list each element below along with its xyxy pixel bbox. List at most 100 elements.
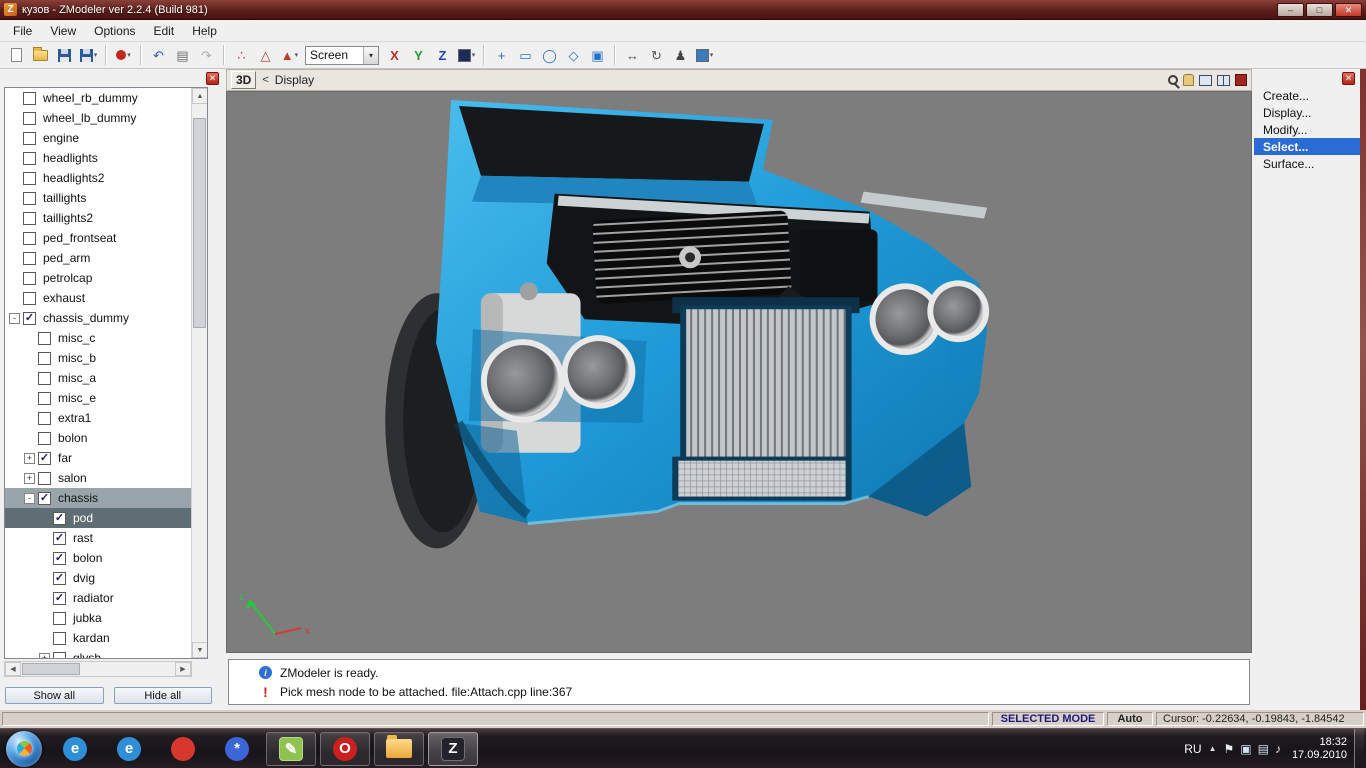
tree-item-bolon[interactable]: bolon [5, 428, 191, 448]
visibility-checkbox[interactable] [23, 172, 36, 185]
menu-item-view[interactable]: View [41, 21, 85, 41]
tree-item-engine[interactable]: engine [5, 128, 191, 148]
maximize-view-icon[interactable] [1199, 75, 1212, 86]
taskbar-explorer[interactable] [374, 732, 424, 766]
visibility-checkbox[interactable] [23, 92, 36, 105]
taskbar-browser-2[interactable]: e [104, 732, 154, 766]
tree-item-radiator[interactable]: ✓radiator [5, 588, 191, 608]
axis-z-button[interactable]: Z [431, 44, 454, 66]
grid-color-icon[interactable]: ▾ [455, 44, 478, 66]
tree-item-headlights2[interactable]: headlights2 [5, 168, 191, 188]
horizontal-scroll-thumb[interactable] [22, 663, 80, 675]
select-circle-icon[interactable]: ◯ [538, 44, 561, 66]
tree-item-extra1[interactable]: extra1 [5, 408, 191, 428]
zoom-icon[interactable] [1168, 75, 1178, 85]
taskbar-browser-1[interactable]: e [50, 732, 100, 766]
tree-item-chassis[interactable]: -✓chassis [5, 488, 191, 508]
tree-item-bolon[interactable]: ✓bolon [5, 548, 191, 568]
visibility-checkbox[interactable]: ✓ [38, 452, 51, 465]
visibility-checkbox[interactable] [38, 432, 51, 445]
expand-icon[interactable]: + [24, 473, 35, 484]
volume-icon[interactable]: ♪ [1275, 743, 1281, 755]
visibility-checkbox[interactable] [53, 632, 66, 645]
visibility-checkbox[interactable] [23, 212, 36, 225]
character-icon[interactable]: ♟ [669, 44, 692, 66]
vertices-level-icon[interactable]: ∴ [230, 44, 253, 66]
visibility-checkbox[interactable] [38, 372, 51, 385]
modes-icon[interactable]: ▾ [693, 44, 716, 66]
tree-item-ped_arm[interactable]: ped_arm [5, 248, 191, 268]
tree-item-misc_b[interactable]: misc_b [5, 348, 191, 368]
menu-item-help[interactable]: Help [183, 21, 226, 41]
visibility-checkbox[interactable]: ✓ [53, 532, 66, 545]
collapse-icon[interactable]: - [9, 313, 20, 324]
visibility-checkbox[interactable] [23, 232, 36, 245]
visibility-checkbox[interactable] [23, 112, 36, 125]
network-icon[interactable]: ▤ [1258, 743, 1269, 755]
tree-item-petrolcap[interactable]: petrolcap [5, 268, 191, 288]
viewport-mode-button[interactable]: 3D [231, 71, 256, 89]
scroll-down-icon[interactable]: ▼ [192, 642, 208, 658]
history-icon[interactable]: ▤ [171, 44, 194, 66]
active-view-icon[interactable] [1235, 74, 1247, 86]
taskbar-opera[interactable]: O [320, 732, 370, 766]
visibility-checkbox[interactable] [23, 292, 36, 305]
screen-space-dropdown[interactable]: Screen▾ [305, 46, 379, 65]
tray-expand-icon[interactable]: ▲ [1209, 744, 1217, 753]
tree-item-salon[interactable]: +salon [5, 468, 191, 488]
tree-item-dvig[interactable]: ✓dvig [5, 568, 191, 588]
tree-item-jubka[interactable]: jubka [5, 608, 191, 628]
axis-x-button[interactable]: X [383, 44, 406, 66]
visibility-checkbox[interactable] [23, 192, 36, 205]
taskbar-zmodeler[interactable]: Z [428, 732, 478, 766]
maximize-button[interactable]: □ [1306, 3, 1333, 17]
vertical-scroll-thumb[interactable] [193, 118, 206, 328]
redo-icon[interactable]: ↷ [195, 44, 218, 66]
visibility-checkbox[interactable] [38, 332, 51, 345]
select-single-icon[interactable]: + [490, 44, 513, 66]
tree-item-ped_frontseat[interactable]: ped_frontseat [5, 228, 191, 248]
menu-item-options[interactable]: Options [85, 21, 144, 41]
tree-item-wheel_lb_dummy[interactable]: wheel_lb_dummy [5, 108, 191, 128]
visibility-checkbox[interactable] [23, 132, 36, 145]
new-file-icon[interactable] [5, 44, 28, 66]
viewport-canvas[interactable]: z x [226, 91, 1252, 653]
scroll-right-icon[interactable]: ▶ [175, 662, 191, 676]
move-tool-icon[interactable]: ↔ [621, 44, 644, 66]
viewport-breadcrumb[interactable]: Display [275, 73, 314, 87]
panel-tab-display[interactable]: Display... [1254, 104, 1360, 121]
tree-item-glysh[interactable]: +glysh [5, 648, 191, 658]
menu-item-file[interactable]: File [4, 21, 41, 41]
tree-horizontal-scrollbar[interactable]: ◀ ▶ [4, 661, 192, 677]
visibility-checkbox[interactable]: ✓ [23, 312, 36, 325]
language-indicator[interactable]: RU [1184, 742, 1201, 756]
save-icon[interactable] [53, 44, 76, 66]
start-button[interactable] [6, 731, 42, 767]
import-export-icon[interactable]: ▾ [77, 44, 100, 66]
open-file-icon[interactable] [29, 44, 52, 66]
taskbar-messenger[interactable]: * [212, 732, 262, 766]
selected-mode-indicator[interactable]: SELECTED MODE [992, 712, 1104, 726]
minimize-button[interactable]: – [1277, 3, 1304, 17]
viewport-back-icon[interactable]: < [262, 74, 268, 86]
undo-icon[interactable]: ↶ [147, 44, 170, 66]
window-titlebar[interactable]: Z кузов - ZModeler ver 2.2.4 (Build 981)… [0, 0, 1366, 20]
expand-icon[interactable]: + [24, 453, 35, 464]
axis-y-button[interactable]: Y [407, 44, 430, 66]
dropdown-arrow-icon[interactable]: ▾ [363, 47, 378, 64]
tree-item-rast[interactable]: ✓rast [5, 528, 191, 548]
tree-item-pod[interactable]: ✓pod [5, 508, 191, 528]
visibility-checkbox[interactable] [53, 612, 66, 625]
show-desktop-button[interactable] [1354, 729, 1364, 768]
tree-item-misc_a[interactable]: misc_a [5, 368, 191, 388]
tree-item-misc_c[interactable]: misc_c [5, 328, 191, 348]
command-panel-close-icon[interactable]: ✕ [1342, 72, 1355, 85]
visibility-checkbox[interactable]: ✓ [53, 592, 66, 605]
rotate-tool-icon[interactable]: ↻ [645, 44, 668, 66]
visibility-checkbox[interactable] [38, 392, 51, 405]
visibility-checkbox[interactable] [38, 352, 51, 365]
select-all-icon[interactable]: ▣ [586, 44, 609, 66]
edges-level-icon[interactable]: △ [254, 44, 277, 66]
hide-all-button[interactable]: Hide all [114, 687, 213, 704]
tree-item-wheel_rb_dummy[interactable]: wheel_rb_dummy [5, 88, 191, 108]
